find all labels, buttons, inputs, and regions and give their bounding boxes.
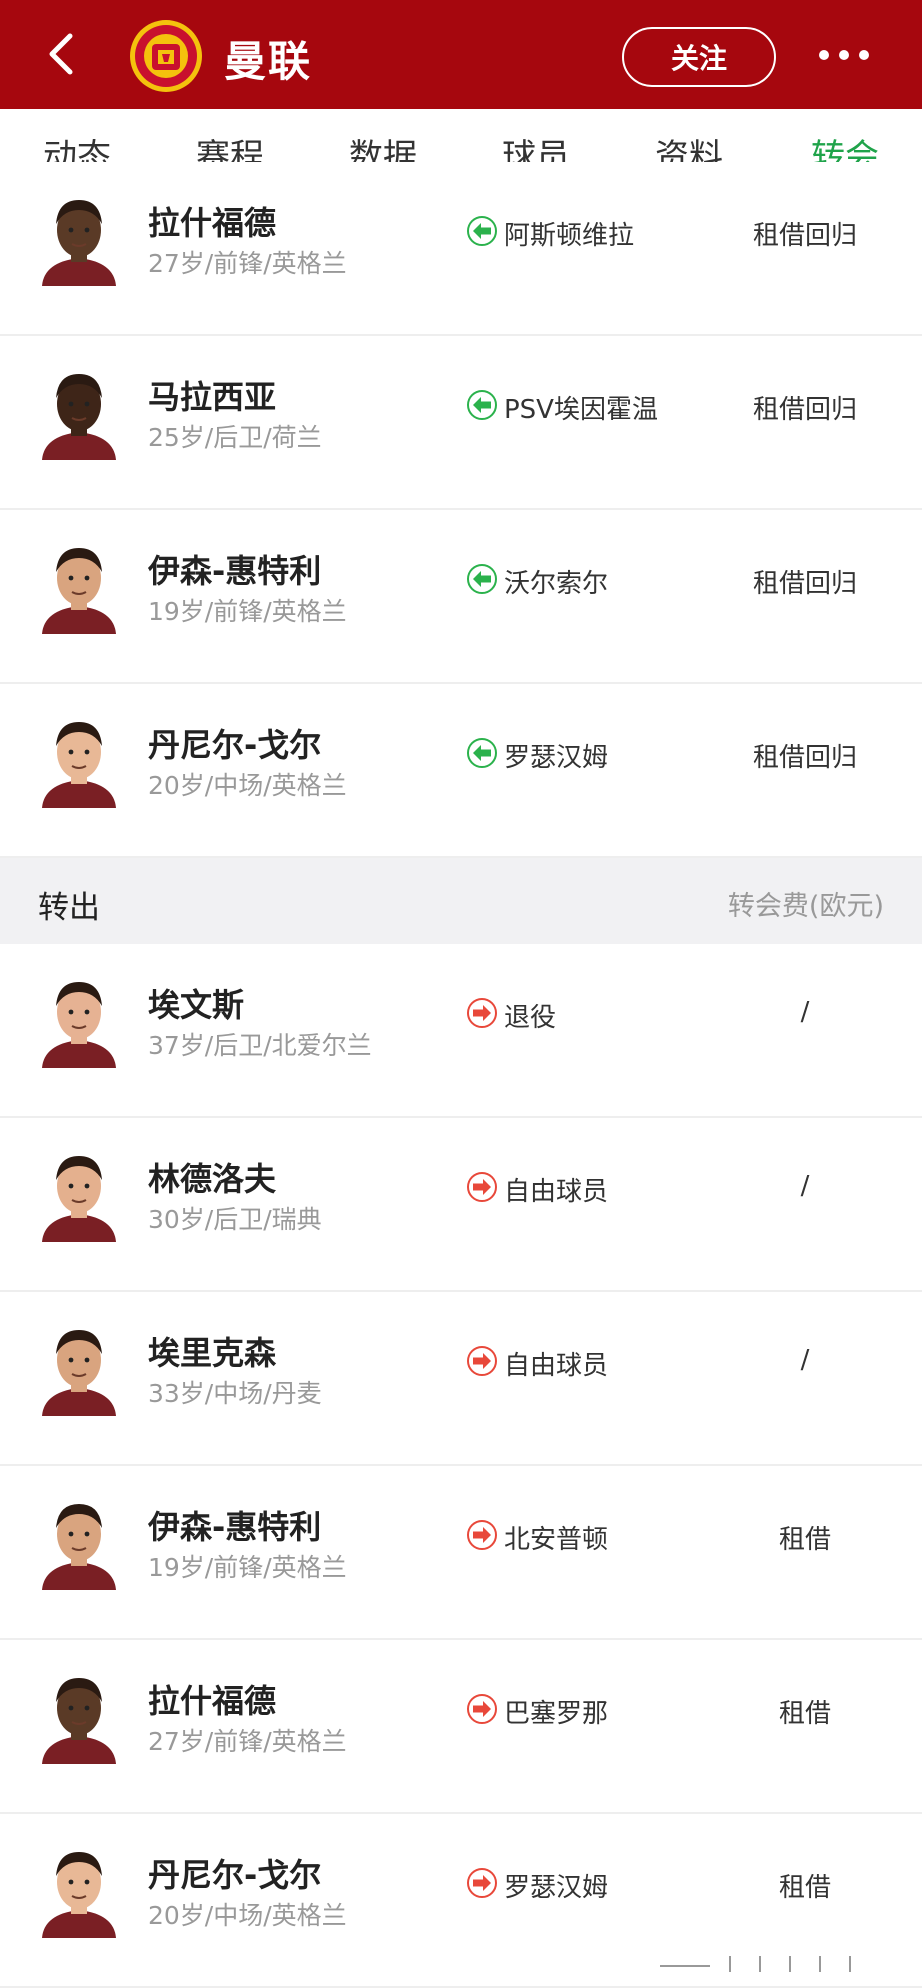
transfer-fee: 租借 (778, 1873, 831, 1903)
transfer-fee: 租借 (778, 1525, 831, 1555)
player-name: 拉什福德 (148, 204, 277, 242)
player-avatar (34, 1322, 124, 1416)
arrow-right-out-icon (466, 1693, 498, 1725)
player-avatar (34, 974, 124, 1068)
transfer-row[interactable]: 埃文斯 37岁/后卫/北爱尔兰 退役 / (0, 944, 922, 1118)
player-name: 丹尼尔-戈尔 (148, 726, 322, 764)
arrow-right-out-icon (466, 1171, 498, 1203)
transfer-row[interactable]: 丹尼尔-戈尔 20岁/中场/英格兰 罗瑟汉姆 租借回归 (0, 684, 922, 858)
arrow-left-in-icon (466, 389, 498, 421)
player-name: 丹尼尔-戈尔 (148, 1856, 322, 1894)
back-arrow-icon[interactable] (40, 28, 84, 80)
club-name: 阿斯顿维拉 (504, 221, 635, 251)
transfer-row[interactable]: 林德洛夫 30岁/后卫/瑞典 自由球员 / (0, 1118, 922, 1292)
player-avatar (34, 540, 124, 634)
transfer-fee: 租借 (778, 1699, 831, 1729)
transfer-row[interactable]: 伊森-惠特利 19岁/前锋/英格兰 沃尔索尔 租借回归 (0, 510, 922, 684)
transfer-row[interactable]: 拉什福德 27岁/前锋/英格兰 阿斯顿维拉 租借回归 (0, 162, 922, 336)
player-meta: 19岁/前锋/英格兰 (148, 597, 347, 626)
player-avatar (34, 1670, 124, 1764)
club-name: 自由球员 (504, 1351, 609, 1381)
arrow-left-in-icon (466, 215, 498, 247)
section-title: 转出 (38, 890, 100, 926)
player-avatar (34, 1496, 124, 1590)
player-name: 拉什福德 (148, 1682, 277, 1720)
arrow-left-in-icon (466, 563, 498, 595)
arrow-right-out-icon (466, 997, 498, 1029)
player-meta: 19岁/前锋/英格兰 (148, 1553, 347, 1582)
transfer-fee: / (800, 997, 810, 1027)
player-name: 埃里克森 (148, 1334, 277, 1372)
arrow-right-out-icon (466, 1345, 498, 1377)
app-header: 曼联 关注 (0, 0, 922, 109)
outgoing-section-header: 转出 转会费(欧元) (0, 858, 922, 944)
club-name: PSV埃因霍温 (504, 395, 658, 425)
player-avatar (34, 1148, 124, 1242)
player-meta: 20岁/中场/英格兰 (148, 771, 347, 800)
transfer-row[interactable]: 埃里克森 33岁/中场/丹麦 自由球员 / (0, 1292, 922, 1466)
player-avatar (34, 366, 124, 460)
team-name: 曼联 (224, 37, 313, 86)
transfer-fee: 租借回归 (752, 221, 857, 251)
player-meta: 30岁/后卫/瑞典 (148, 1205, 322, 1234)
player-name: 伊森-惠特利 (148, 1508, 322, 1546)
transfer-fee: / (800, 1171, 810, 1201)
player-meta: 25岁/后卫/荷兰 (148, 423, 322, 452)
more-dots-icon[interactable] (816, 40, 872, 70)
club-name: 沃尔索尔 (504, 569, 609, 599)
arrow-right-out-icon (466, 1519, 498, 1551)
player-avatar (34, 192, 124, 286)
player-name: 埃文斯 (148, 986, 245, 1024)
arrow-left-in-icon (466, 737, 498, 769)
transfer-fee: 租借回归 (752, 569, 857, 599)
player-avatar (34, 714, 124, 808)
transfer-row[interactable]: 伊森-惠特利 19岁/前锋/英格兰 北安普顿 租借 (0, 1466, 922, 1640)
club-name: 退役 (504, 1003, 557, 1033)
club-name: 自由球员 (504, 1177, 609, 1207)
follow-button[interactable]: 关注 (622, 27, 776, 87)
club-name: 罗瑟汉姆 (504, 1873, 609, 1903)
player-name: 林德洛夫 (148, 1160, 277, 1198)
club-crest-icon (128, 18, 204, 94)
transfer-row[interactable]: 拉什福德 27岁/前锋/英格兰 巴塞罗那 租借 (0, 1640, 922, 1814)
club-name: 罗瑟汉姆 (504, 743, 609, 773)
player-meta: 37岁/后卫/北爱尔兰 (148, 1031, 372, 1060)
transfer-row[interactable]: 马拉西亚 25岁/后卫/荷兰 PSV埃因霍温 租借回归 (0, 336, 922, 510)
transfer-fee: / (800, 1345, 810, 1375)
watermark-marks (660, 1952, 880, 1976)
player-name: 马拉西亚 (148, 378, 277, 416)
player-meta: 20岁/中场/英格兰 (148, 1901, 347, 1930)
player-name: 伊森-惠特利 (148, 552, 322, 590)
player-meta: 33岁/中场/丹麦 (148, 1379, 322, 1408)
club-name: 北安普顿 (504, 1525, 609, 1555)
transfer-fee: 租借回归 (752, 395, 857, 425)
fee-column-header: 转会费(欧元) (727, 891, 884, 922)
player-meta: 27岁/前锋/英格兰 (148, 249, 347, 278)
club-name: 巴塞罗那 (504, 1699, 609, 1729)
player-avatar (34, 1844, 124, 1938)
player-meta: 27岁/前锋/英格兰 (148, 1727, 347, 1756)
arrow-right-out-icon (466, 1867, 498, 1899)
transfer-fee: 租借回归 (752, 743, 857, 773)
